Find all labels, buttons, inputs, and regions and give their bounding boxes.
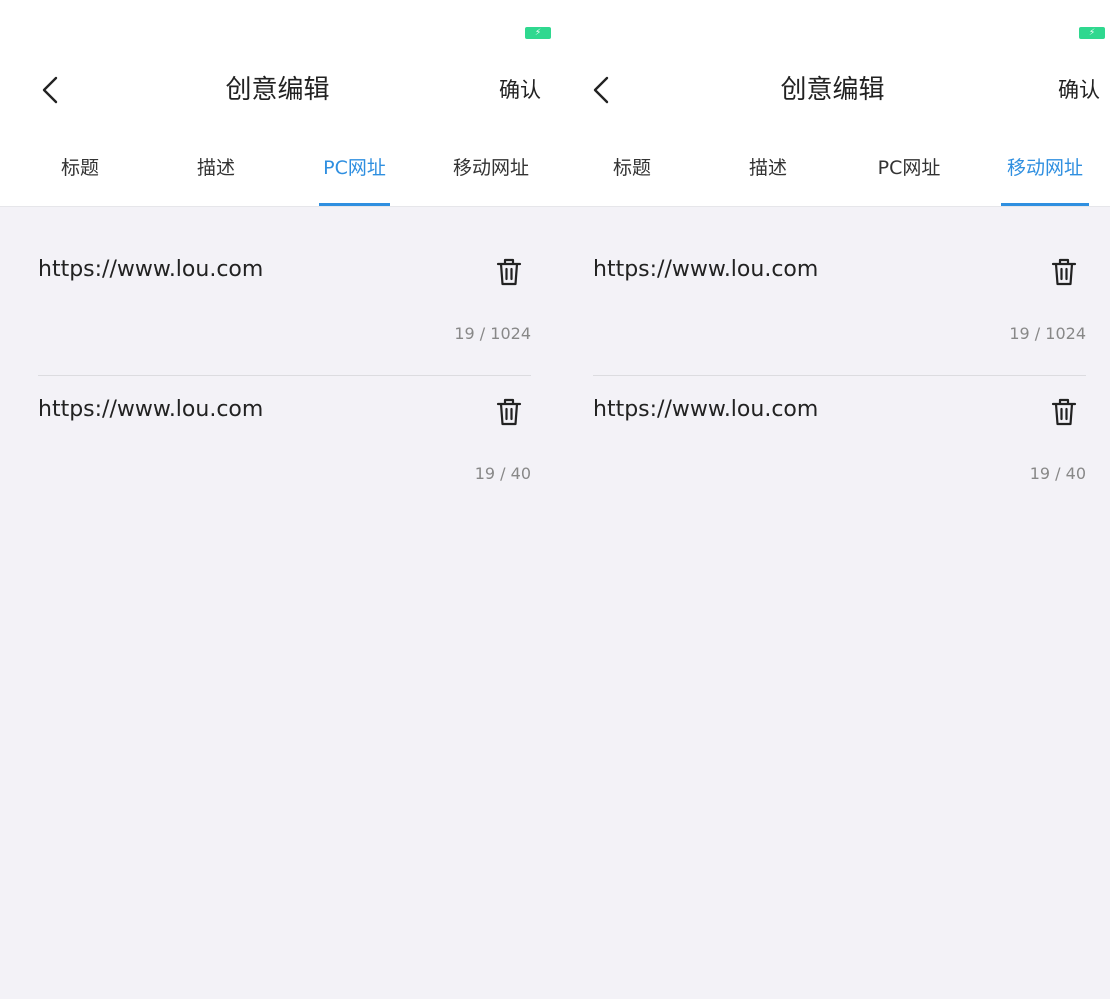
url-list: https://www.lou.com 19 / 1024 https://ww… bbox=[555, 207, 1110, 999]
tab-description[interactable]: 描述 bbox=[728, 140, 808, 206]
list-item: https://www.lou.com 19 / 1024 bbox=[38, 207, 531, 347]
tab-pc-url[interactable]: PC网址 bbox=[861, 140, 957, 206]
screen-pc-url: ⚡ 创意编辑 确认 标题 描述 PC网址 移动网址 https://www.lo… bbox=[0, 0, 555, 999]
tab-bar: 标题 描述 PC网址 移动网址 bbox=[555, 140, 1110, 207]
char-counter: 19 / 1024 bbox=[1009, 324, 1086, 343]
tab-pc-url[interactable]: PC网址 bbox=[319, 140, 390, 206]
page-title: 创意编辑 bbox=[225, 75, 330, 105]
confirm-button[interactable]: 确认 bbox=[495, 60, 545, 120]
tab-label: 描述 bbox=[748, 157, 787, 179]
page-title: 创意编辑 bbox=[780, 75, 885, 105]
chevron-left-icon bbox=[42, 76, 58, 104]
tab-label: 描述 bbox=[196, 157, 235, 179]
tab-underline bbox=[319, 203, 390, 206]
url-text[interactable]: https://www.lou.com bbox=[38, 255, 263, 285]
nav-bar: 创意编辑 确认 bbox=[0, 60, 555, 120]
char-counter: 19 / 40 bbox=[1029, 464, 1086, 483]
url-text[interactable]: https://www.lou.com bbox=[38, 395, 263, 425]
delete-button[interactable] bbox=[495, 257, 523, 287]
list-item: https://www.lou.com 19 / 1024 bbox=[593, 207, 1086, 347]
char-counter: 19 / 40 bbox=[474, 464, 531, 483]
tab-underline bbox=[1001, 203, 1089, 206]
list-item: https://www.lou.com 19 / 40 bbox=[593, 347, 1086, 487]
url-text[interactable]: https://www.lou.com bbox=[593, 395, 818, 425]
chevron-left-icon bbox=[593, 76, 609, 104]
back-button[interactable] bbox=[32, 72, 76, 108]
tab-label: PC网址 bbox=[877, 157, 941, 179]
trash-icon bbox=[496, 258, 522, 286]
trash-icon bbox=[1051, 398, 1077, 426]
battery-charging-icon: ⚡ bbox=[1079, 27, 1105, 39]
nav-bar: 创意编辑 确认 bbox=[555, 60, 1110, 120]
battery-charging-icon: ⚡ bbox=[525, 27, 551, 39]
list-item: https://www.lou.com 19 / 40 bbox=[38, 347, 531, 487]
screen-mobile-url: ⚡ 创意编辑 确认 标题 描述 PC网址 移动网址 https://www.lo… bbox=[555, 0, 1110, 999]
delete-button[interactable] bbox=[1050, 397, 1078, 427]
tab-label: 标题 bbox=[612, 157, 651, 179]
tab-mobile-url[interactable]: 移动网址 bbox=[1001, 140, 1089, 206]
tab-title[interactable]: 标题 bbox=[40, 140, 120, 206]
tab-description[interactable]: 描述 bbox=[176, 140, 256, 206]
tab-mobile-url[interactable]: 移动网址 bbox=[440, 140, 542, 206]
status-bar: ⚡ bbox=[555, 0, 1110, 48]
tab-label: 标题 bbox=[60, 157, 99, 179]
delete-button[interactable] bbox=[1050, 257, 1078, 287]
trash-icon bbox=[1051, 258, 1077, 286]
tab-label: PC网址 bbox=[323, 157, 386, 179]
tab-label: 移动网址 bbox=[452, 157, 529, 179]
screens: ⚡ 创意编辑 确认 标题 描述 PC网址 移动网址 https://www.lo… bbox=[0, 0, 1110, 999]
url-text[interactable]: https://www.lou.com bbox=[593, 255, 818, 285]
tab-bar: 标题 描述 PC网址 移动网址 bbox=[0, 140, 555, 207]
tab-title[interactable]: 标题 bbox=[592, 140, 672, 206]
url-list: https://www.lou.com 19 / 1024 https://ww… bbox=[0, 207, 555, 999]
char-counter: 19 / 1024 bbox=[454, 324, 531, 343]
status-bar: ⚡ bbox=[0, 0, 555, 48]
confirm-button[interactable]: 确认 bbox=[1054, 60, 1104, 120]
delete-button[interactable] bbox=[495, 397, 523, 427]
trash-icon bbox=[496, 398, 522, 426]
tab-label: 移动网址 bbox=[1006, 157, 1083, 179]
back-button[interactable] bbox=[583, 72, 627, 108]
